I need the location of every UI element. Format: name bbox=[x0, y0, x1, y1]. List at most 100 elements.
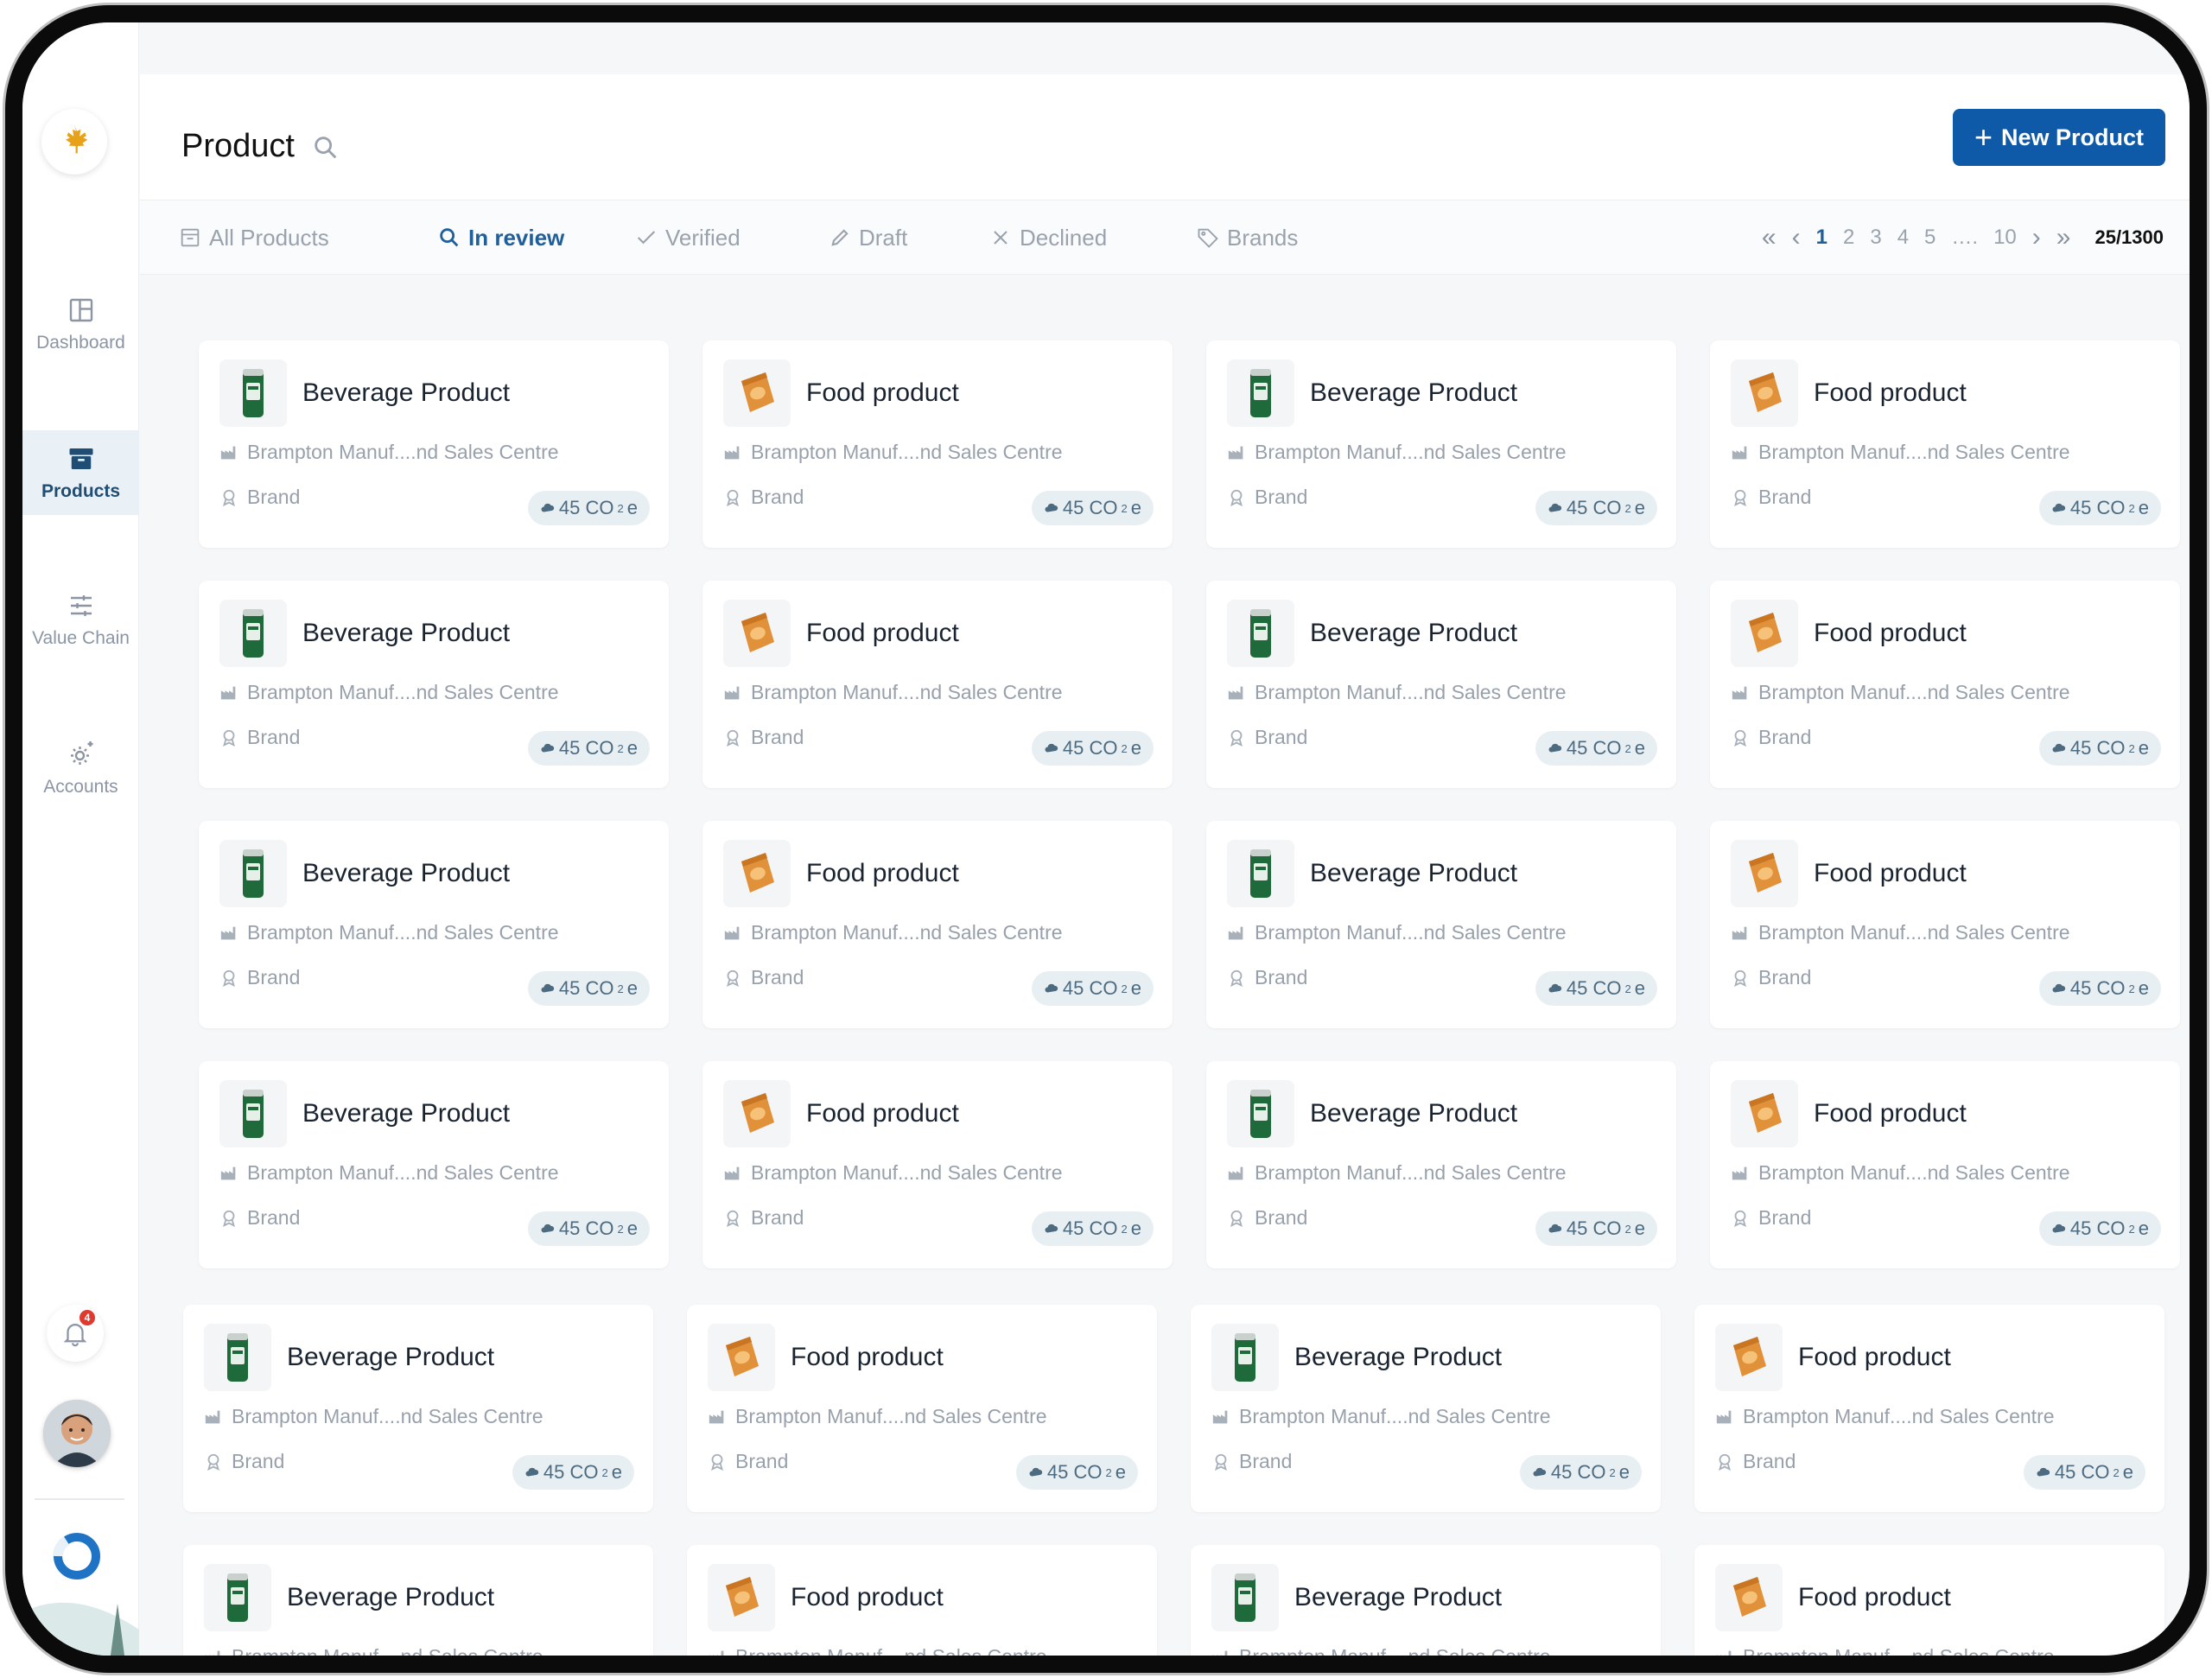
co2-suffix: e bbox=[1130, 497, 1141, 518]
co2-subscript: 2 bbox=[617, 1222, 624, 1236]
tab-declined[interactable]: Declined bbox=[988, 200, 1107, 275]
page-link[interactable]: 4 bbox=[1897, 226, 1909, 250]
co2-cloud-icon bbox=[1045, 503, 1058, 512]
factory-icon bbox=[205, 1650, 220, 1656]
product-card[interactable]: Food product Brampton Manuf....nd Sales … bbox=[1710, 1061, 2180, 1268]
product-card[interactable]: Food product Brampton Manuf....nd Sales … bbox=[1694, 1305, 2164, 1512]
tab-verified[interactable]: Verified bbox=[634, 200, 741, 275]
product-location: Brampton Manuf....nd Sales Centre bbox=[1731, 1161, 2070, 1185]
product-card[interactable]: Beverage Product Brampton Manuf....nd Sa… bbox=[1191, 1305, 1661, 1512]
co2-subscript: 2 bbox=[2128, 1222, 2135, 1236]
tab-all-products[interactable]: All Products bbox=[178, 200, 329, 275]
product-location: Brampton Manuf....nd Sales Centre bbox=[1227, 681, 1567, 704]
food-bag-icon bbox=[1733, 1577, 1766, 1617]
beverage-can-icon bbox=[227, 1333, 248, 1382]
tab-draft[interactable]: Draft bbox=[828, 200, 907, 275]
last-page-icon[interactable]: » bbox=[2056, 223, 2071, 252]
product-name: Food product bbox=[791, 1343, 944, 1371]
product-card[interactable]: Food product Brampton Manuf....nd Sales … bbox=[1710, 340, 2180, 548]
product-card[interactable]: Beverage Product Brampton Manuf....nd Sa… bbox=[183, 1545, 653, 1656]
page-link[interactable]: 2 bbox=[1843, 226, 1854, 250]
product-brand-text: Brand bbox=[247, 1206, 301, 1229]
product-brand: Brand bbox=[708, 1450, 788, 1473]
co2-suffix: e bbox=[626, 977, 638, 999]
page-link[interactable]: 10 bbox=[1993, 226, 2017, 250]
product-card[interactable]: Beverage Product Brampton Manuf....nd Sa… bbox=[199, 340, 669, 548]
product-thumbnail bbox=[1227, 600, 1294, 667]
food-bag-icon bbox=[741, 1093, 774, 1133]
next-page-icon[interactable]: › bbox=[2032, 223, 2041, 252]
product-card[interactable]: Beverage Product Brampton Manuf....nd Sa… bbox=[1206, 821, 1676, 1028]
product-card[interactable]: Food product Brampton Manuf....nd Sales … bbox=[1710, 821, 2180, 1028]
page-link[interactable]: 1 bbox=[1816, 226, 1827, 250]
notification-count-badge: 4 bbox=[79, 1310, 95, 1325]
product-location: Brampton Manuf....nd Sales Centre bbox=[1731, 921, 2070, 944]
page-link[interactable]: 5 bbox=[1924, 226, 1936, 250]
product-card[interactable]: Food product Brampton Manuf....nd Sales … bbox=[702, 821, 1173, 1028]
product-card[interactable]: Beverage Product Brampton Manuf....nd Sa… bbox=[1206, 581, 1676, 788]
product-card[interactable]: Beverage Product Brampton Manuf....nd Sa… bbox=[199, 821, 669, 1028]
product-location-text: Brampton Manuf....nd Sales Centre bbox=[735, 1405, 1047, 1427]
company-logo[interactable] bbox=[41, 109, 107, 175]
product-location-text: Brampton Manuf....nd Sales Centre bbox=[247, 441, 559, 463]
product-location-text: Brampton Manuf....nd Sales Centre bbox=[247, 921, 559, 944]
dashboard-icon bbox=[69, 298, 92, 322]
beverage-can-icon bbox=[243, 849, 264, 898]
product-card[interactable]: Food product Brampton Manuf....nd Sales … bbox=[702, 340, 1173, 548]
factory-icon bbox=[724, 686, 740, 699]
search-icon[interactable] bbox=[311, 133, 340, 162]
product-name: Food product bbox=[1814, 619, 1967, 647]
product-location: Brampton Manuf....nd Sales Centre bbox=[723, 1161, 1063, 1185]
product-card[interactable]: Beverage Product Brampton Manuf....nd Sa… bbox=[199, 1061, 669, 1268]
sidebar: Dashboard Products Value Chain Accounts bbox=[22, 22, 139, 1656]
co2-value: 45 CO bbox=[1566, 737, 1622, 759]
product-brand-text: Brand bbox=[1758, 726, 1812, 748]
product-card[interactable]: Beverage Product Brampton Manuf....nd Sa… bbox=[1206, 1061, 1676, 1268]
product-name: Beverage Product bbox=[1310, 1099, 1518, 1128]
product-card[interactable]: Food product Brampton Manuf....nd Sales … bbox=[702, 581, 1173, 788]
product-location: Brampton Manuf....nd Sales Centre bbox=[1715, 1645, 2055, 1656]
product-card[interactable]: Beverage Product Brampton Manuf....nd Sa… bbox=[1191, 1545, 1661, 1656]
product-card[interactable]: Food product Brampton Manuf....nd Sales … bbox=[687, 1545, 1157, 1656]
beverage-can-icon bbox=[1250, 369, 1271, 417]
product-thumbnail bbox=[204, 1324, 271, 1391]
app-screen: Dashboard Products Value Chain Accounts bbox=[22, 22, 2190, 1656]
product-card[interactable]: Food product Brampton Manuf....nd Sales … bbox=[1694, 1545, 2164, 1656]
beverage-can-icon bbox=[1250, 849, 1271, 898]
co2-subscript: 2 bbox=[2128, 501, 2135, 515]
product-thumbnail bbox=[1227, 359, 1294, 427]
plus-icon: + bbox=[1974, 119, 1993, 155]
co2-cloud-icon bbox=[541, 743, 555, 753]
nav-value-chain-label: Value Chain bbox=[32, 628, 130, 648]
product-name: Beverage Product bbox=[302, 859, 511, 887]
product-card[interactable]: Food product Brampton Manuf....nd Sales … bbox=[1710, 581, 2180, 788]
nav-products[interactable]: Products bbox=[22, 430, 139, 515]
notifications-button[interactable]: 4 bbox=[47, 1305, 104, 1362]
brand-ring-logo[interactable] bbox=[48, 1528, 105, 1585]
tab-in-review[interactable]: In review bbox=[437, 200, 564, 275]
prev-page-icon[interactable]: ‹ bbox=[1792, 223, 1801, 252]
co2-value: 45 CO bbox=[558, 497, 614, 518]
product-card[interactable]: Food product Brampton Manuf....nd Sales … bbox=[687, 1305, 1157, 1512]
new-product-button[interactable]: + New Product bbox=[1953, 109, 2165, 166]
product-brand-text: Brand bbox=[232, 1450, 285, 1472]
co2-subscript: 2 bbox=[2113, 1465, 2120, 1479]
product-card[interactable]: Food product Brampton Manuf....nd Sales … bbox=[702, 1061, 1173, 1268]
tab-brands[interactable]: Brands bbox=[1196, 200, 1298, 275]
product-location-text: Brampton Manuf....nd Sales Centre bbox=[1758, 1161, 2070, 1184]
brand-badge-icon bbox=[727, 729, 739, 747]
factory-icon bbox=[1228, 446, 1243, 459]
nav-dashboard[interactable]: Dashboard bbox=[22, 282, 139, 366]
product-location-text: Brampton Manuf....nd Sales Centre bbox=[232, 1645, 543, 1656]
first-page-icon[interactable]: « bbox=[1762, 223, 1777, 252]
avatar[interactable] bbox=[43, 1400, 111, 1467]
nav-accounts[interactable]: Accounts bbox=[22, 726, 139, 810]
page-link[interactable]: 3 bbox=[1870, 226, 1881, 250]
co2-subscript: 2 bbox=[1121, 741, 1128, 755]
product-card[interactable]: Beverage Product Brampton Manuf....nd Sa… bbox=[199, 581, 669, 788]
product-brand-text: Brand bbox=[1255, 966, 1308, 988]
nav-value-chain[interactable]: Value Chain bbox=[22, 577, 139, 662]
product-card[interactable]: Beverage Product Brampton Manuf....nd Sa… bbox=[1206, 340, 1676, 548]
product-thumbnail bbox=[1227, 1080, 1294, 1147]
product-card[interactable]: Beverage Product Brampton Manuf....nd Sa… bbox=[183, 1305, 653, 1512]
